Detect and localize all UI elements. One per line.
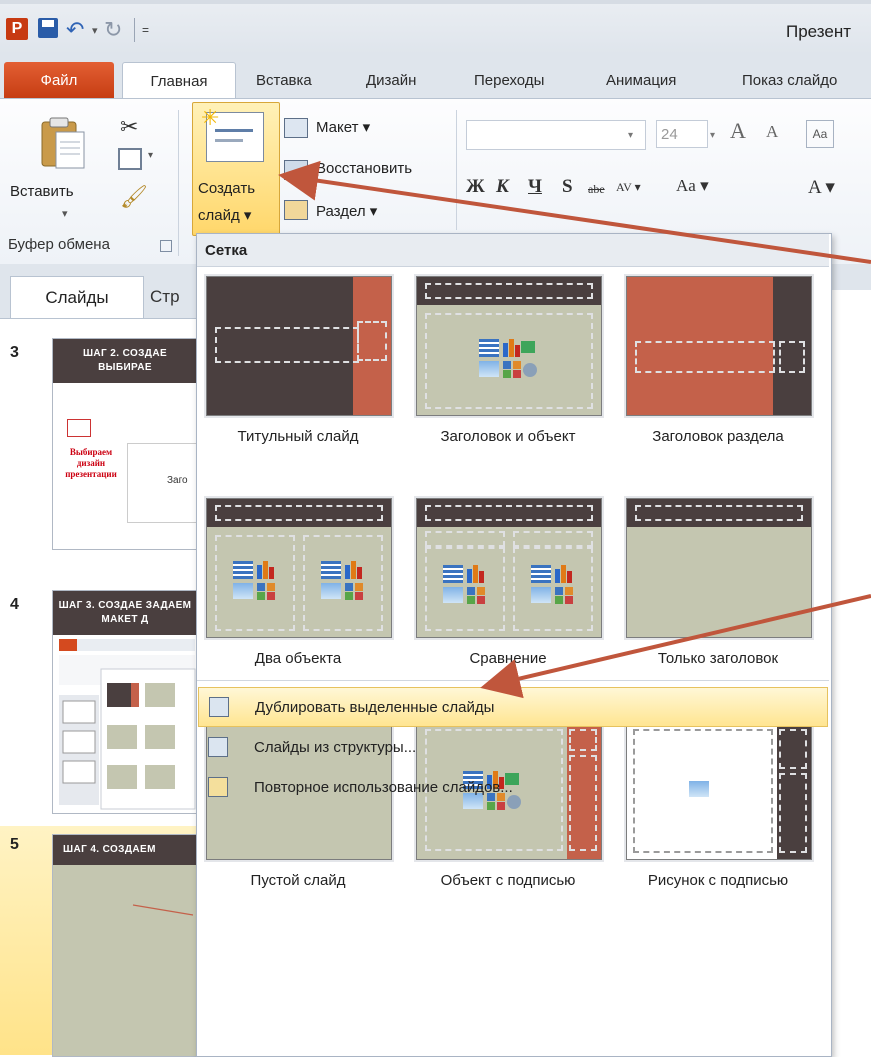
content-placeholder-icon (443, 565, 485, 605)
shrink-font-icon[interactable]: A (766, 122, 778, 142)
layout-label: Рисунок с подписью (647, 872, 789, 889)
slide-thumbnail-5[interactable]: ШАГ 4. СОЗДАЕМ (52, 834, 198, 1057)
slide-number: 5 (10, 836, 19, 853)
section-button[interactable]: Раздел ▾ (316, 202, 377, 220)
layout-label: Объект с подписью (440, 872, 576, 889)
paste-icon[interactable] (38, 116, 88, 172)
cut-icon[interactable]: ✂ (120, 114, 138, 140)
layout-button[interactable]: Макет ▾ (316, 118, 370, 136)
bold-button[interactable]: Ж (466, 176, 485, 198)
paste-button-label[interactable]: Вставить (10, 183, 74, 200)
undo-dropdown-icon[interactable]: ▾ (92, 18, 98, 42)
tab-design[interactable]: Дизайн (366, 62, 416, 98)
slide-title: ШАГ 4. СОЗДАЕМ (53, 835, 197, 865)
window-title: Презент (786, 22, 851, 41)
underline-button[interactable]: Ч (528, 176, 542, 198)
tab-transitions[interactable]: Переходы (474, 62, 544, 98)
tab-insert[interactable]: Вставка (256, 62, 312, 98)
section-icon[interactable] (284, 200, 308, 220)
new-slide-dropdown-label[interactable]: слайд ▾ (198, 206, 251, 224)
redo-icon[interactable]: ↻ (104, 17, 122, 42)
tab-structure[interactable]: Стр (150, 276, 180, 318)
content-placeholder-icon (531, 565, 573, 605)
clear-format-icon[interactable]: Aa (806, 120, 834, 148)
group-separator (456, 110, 457, 230)
gallery-header (197, 234, 829, 267)
slide-caption: Выбираем дизайн презентации (65, 447, 117, 479)
content-placeholder-icon (233, 561, 275, 601)
shadow-button[interactable]: S (562, 176, 573, 198)
slide-number: 4 (10, 596, 19, 613)
layout-icon[interactable] (284, 118, 308, 138)
font-name-dropdown-icon[interactable]: ▾ (628, 130, 633, 141)
menu-separator (197, 680, 829, 681)
new-slide-icon[interactable]: ✳ (201, 105, 264, 162)
menu-reuse-slides[interactable]: Повторное использование слайдов... (198, 767, 828, 807)
font-color-button[interactable]: A ▾ (808, 176, 835, 199)
reuse-slides-icon (208, 777, 228, 797)
copy-dropdown-icon[interactable]: ▾ (148, 150, 153, 161)
customize-toolbar-icon[interactable]: = (142, 18, 149, 42)
layout-label: Только заголовок (657, 650, 779, 667)
reset-icon[interactable] (284, 160, 308, 180)
italic-button[interactable]: К (496, 176, 509, 198)
content-placeholder-icon (321, 561, 363, 601)
paste-dropdown-icon[interactable]: ▾ (62, 207, 68, 220)
slide-thumbnail-3[interactable]: ШАГ 2. СОЗДАЕ ВЫБИРАЕ Выбираем дизайн пр… (52, 338, 198, 550)
layout-label: Заголовок и объект (440, 428, 576, 445)
tab-slides[interactable]: Слайды (10, 276, 144, 319)
toolbar-separator (134, 18, 135, 42)
font-size-input[interactable]: 24 (656, 120, 708, 148)
layout-title-only[interactable]: Только заголовок (620, 492, 816, 682)
duplicate-slides-icon (209, 697, 229, 717)
layout-label: Титульный слайд (237, 428, 359, 445)
layout-title-slide[interactable]: Титульный слайд (200, 270, 396, 460)
tab-file[interactable]: Файл (4, 62, 114, 98)
layout-label: Пустой слайд (250, 872, 346, 889)
slide-screenshot-preview (59, 639, 196, 810)
font-size-dropdown-icon[interactable]: ▾ (710, 130, 715, 141)
placeholder-label: Заго (167, 475, 188, 486)
layout-label: Два объекта (254, 650, 342, 667)
gallery-title: Сетка (205, 242, 248, 259)
char-spacing-button[interactable]: AV ▾ (616, 180, 641, 195)
tab-home[interactable]: Главная (122, 62, 236, 99)
save-icon[interactable] (38, 18, 58, 38)
group-separator (178, 110, 179, 256)
tab-animation[interactable]: Анимация (606, 62, 676, 98)
strikethrough-button[interactable]: abe (588, 182, 605, 197)
format-painter-icon[interactable]: 🖌 (120, 184, 148, 210)
slide-title: ШАГ 2. СОЗДАЕ ВЫБИРАЕ (53, 339, 197, 383)
undo-icon[interactable]: ↶ (66, 17, 84, 42)
layout-label: Заголовок раздела (652, 428, 784, 445)
clipboard-group-label: Буфер обмена (8, 236, 110, 253)
layout-section-header[interactable]: Заголовок раздела (620, 270, 816, 460)
font-name-input[interactable] (466, 120, 646, 150)
copy-icon[interactable] (118, 148, 142, 170)
layout-comparison[interactable]: Сравнение (410, 492, 606, 682)
reset-button[interactable]: Восстановить (316, 160, 412, 177)
new-star-icon: ✳ (201, 105, 220, 130)
change-case-button[interactable]: Aa ▾ (676, 176, 709, 196)
content-placeholder-icon (479, 339, 537, 379)
new-slide-label[interactable]: Создать (198, 180, 255, 197)
quick-access-toolbar: P ↶ ▾ ↻ = Презент (0, 4, 871, 54)
tab-slideshow[interactable]: Показ слайдо (742, 62, 837, 98)
dialog-launcher-icon[interactable] (160, 240, 172, 252)
layout-two-content[interactable]: Два объекта (200, 492, 396, 682)
layout-title-and-content[interactable]: Заголовок и объект (410, 270, 606, 460)
menu-slides-from-outline[interactable]: Слайды из структуры... (198, 727, 828, 767)
grow-font-icon[interactable]: A (730, 118, 746, 144)
slide-title: ШАГ 3. СОЗДАЕ ЗАДАЕМ МАКЕТ Д (53, 591, 197, 635)
mini-shape (67, 419, 91, 437)
outline-slides-icon (208, 737, 228, 757)
menu-duplicate-slides[interactable]: Дублировать выделенные слайды (198, 687, 828, 727)
powerpoint-app-icon[interactable]: P (6, 18, 28, 40)
slide-thumbnail-4[interactable]: ШАГ 3. СОЗДАЕ ЗАДАЕМ МАКЕТ Д (52, 590, 198, 814)
layout-label: Сравнение (469, 650, 547, 667)
slide-number: 3 (10, 344, 19, 361)
slide-arrow-preview (132, 904, 194, 916)
